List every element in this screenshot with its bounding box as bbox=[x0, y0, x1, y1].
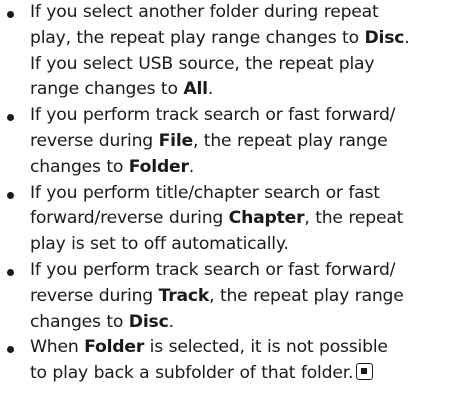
bullet-text-line: When Folder is selected, it is not possi… bbox=[30, 335, 452, 361]
document-page: If you select another folder during repe… bbox=[0, 0, 456, 387]
bold-term: Disc bbox=[364, 27, 405, 48]
bold-term: Chapter bbox=[228, 208, 305, 229]
bullet-item: If you select another folder during repe… bbox=[0, 0, 456, 103]
text-run: range changes to bbox=[30, 79, 184, 100]
bold-term: Disc bbox=[128, 311, 169, 332]
text-run: If you perform track search or fast forw… bbox=[30, 259, 396, 280]
text-run: . bbox=[188, 156, 195, 177]
bullet-dot-icon bbox=[7, 268, 14, 276]
text-run: reverse during bbox=[30, 285, 159, 306]
text-run: If you perform title/chapter search or f… bbox=[30, 182, 380, 203]
text-run: If you select USB source, the repeat pla… bbox=[30, 53, 375, 74]
text-run: . bbox=[404, 27, 410, 48]
bullet-text-line: changes to Disc. bbox=[30, 310, 452, 336]
bullet-item: If you perform track search or fast forw… bbox=[0, 258, 456, 335]
text-run: to play back a subfolder of that folder. bbox=[30, 363, 354, 384]
bullet-text-line: If you perform track search or fast forw… bbox=[30, 258, 452, 284]
text-run: is selected, it is not possible bbox=[144, 337, 388, 358]
bullet-dot-icon bbox=[7, 114, 14, 122]
bullet-text-line: reverse during Track, the repeat play ra… bbox=[30, 284, 452, 310]
bullet-text-line: If you perform title/chapter search or f… bbox=[30, 181, 452, 207]
bullet-text-line: If you select another folder during repe… bbox=[30, 0, 452, 26]
bullet-item: When Folder is selected, it is not possi… bbox=[0, 335, 456, 387]
bullet-text-line: play is set to off automatically. bbox=[30, 232, 452, 258]
text-run: reverse during bbox=[30, 130, 159, 151]
bullet-item: If you perform track search or fast forw… bbox=[0, 103, 456, 180]
text-run: , the repeat bbox=[304, 208, 404, 229]
bold-term: Folder bbox=[128, 156, 189, 177]
text-run: play, the repeat play range changes to bbox=[30, 27, 365, 48]
bullet-dot-icon bbox=[7, 11, 14, 18]
bullet-list: If you select another folder during repe… bbox=[0, 0, 456, 387]
bullet-text-line: forward/reverse during Chapter, the repe… bbox=[30, 206, 452, 232]
text-run: forward/reverse during bbox=[30, 208, 229, 229]
text-run: play is set to off automatically. bbox=[30, 234, 289, 255]
text-run: . bbox=[168, 311, 174, 332]
bold-term: Folder bbox=[84, 337, 145, 358]
text-run: changes to bbox=[30, 156, 129, 177]
bold-term: File bbox=[158, 130, 194, 151]
bullet-dot-icon bbox=[7, 346, 14, 354]
bullet-dot-icon bbox=[7, 191, 14, 199]
text-run: , the repeat play range bbox=[209, 285, 404, 306]
bullet-text-line: reverse during File, the repeat play ran… bbox=[30, 129, 452, 155]
end-of-section-icon bbox=[356, 363, 374, 381]
text-run: , the repeat play range bbox=[192, 130, 388, 151]
bold-term: Track bbox=[158, 285, 210, 306]
text-run: changes to bbox=[30, 311, 129, 332]
bullet-text-line: range changes to All. bbox=[30, 77, 452, 103]
bullet-text-line: play, the repeat play range changes to D… bbox=[30, 26, 452, 52]
bullet-text-line: to play back a subfolder of that folder. bbox=[30, 361, 452, 387]
text-run: If you perform track search or fast forw… bbox=[30, 105, 396, 126]
bullet-text-line: If you perform track search or fast forw… bbox=[30, 103, 452, 129]
bullet-text-line: If you select USB source, the repeat pla… bbox=[30, 52, 452, 78]
bullet-item: If you perform title/chapter search or f… bbox=[0, 181, 456, 258]
text-run: . bbox=[207, 79, 214, 100]
bullet-text-line: changes to Folder. bbox=[30, 155, 452, 181]
text-run: When bbox=[30, 337, 85, 358]
text-run: If you select another folder during repe… bbox=[30, 2, 379, 22]
bold-term: All bbox=[183, 79, 208, 100]
